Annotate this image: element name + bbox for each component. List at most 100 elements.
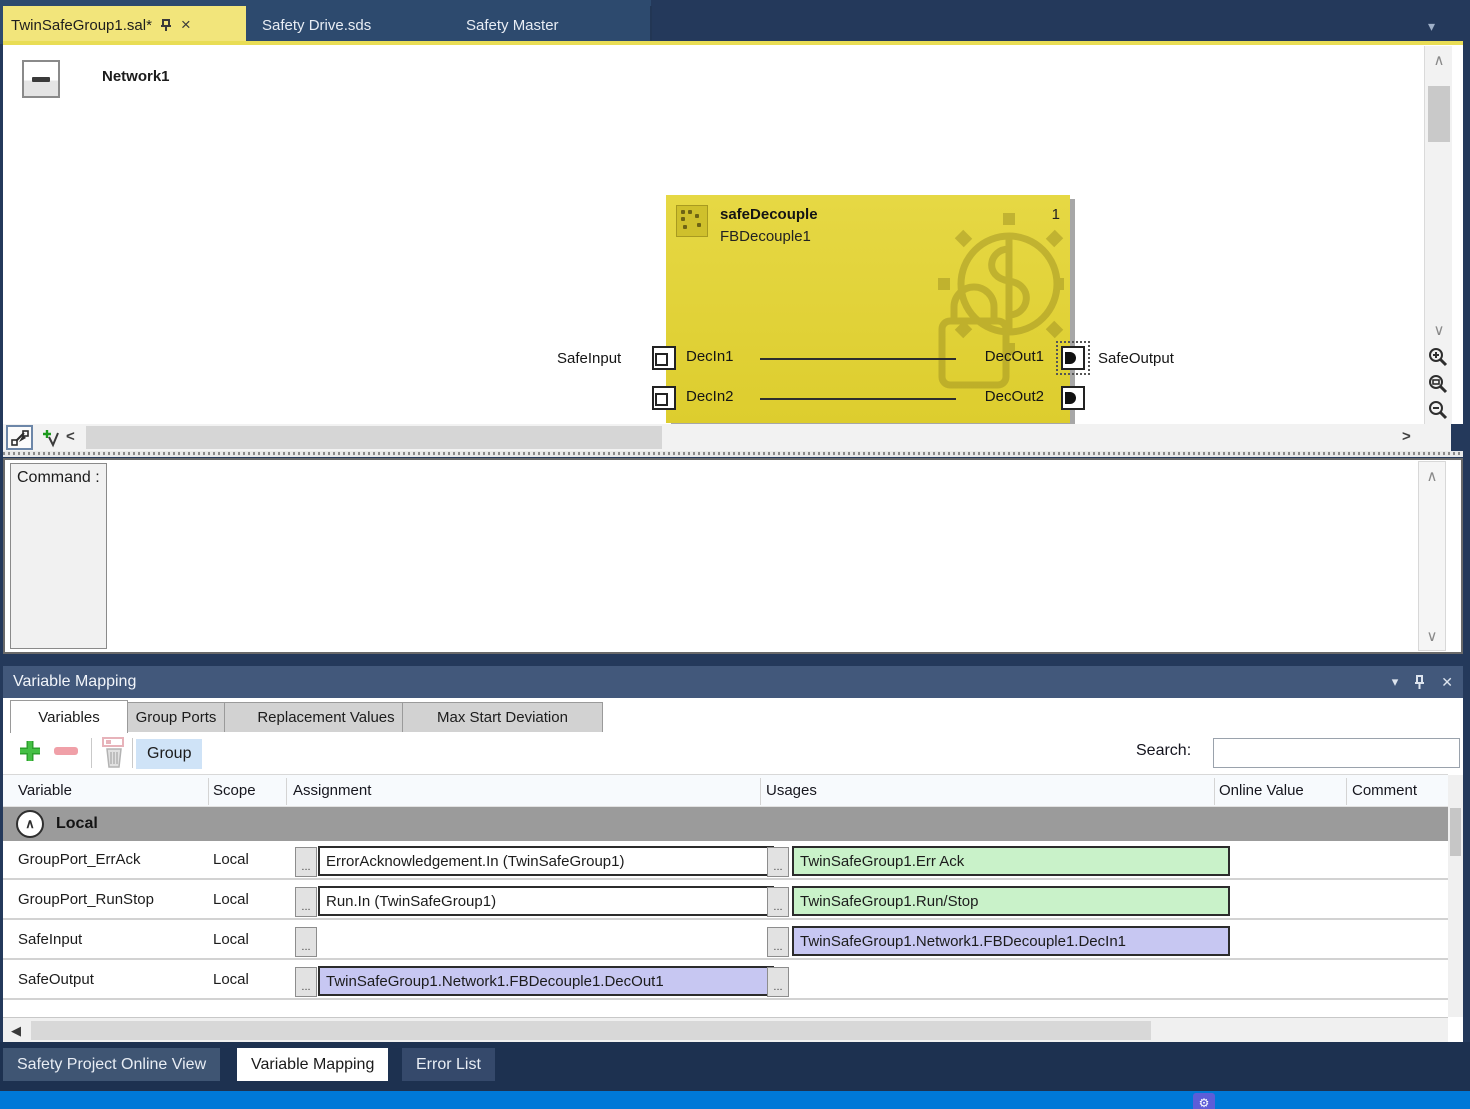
command-vertical-scrollbar[interactable]: ∧ ∨	[1418, 461, 1446, 651]
tab-replacement-values[interactable]: Replacement Values	[224, 702, 428, 733]
port-label-decout1: DecOut1	[985, 348, 1044, 365]
scroll-right-icon[interactable]: >	[1402, 428, 1411, 445]
safeinput-variable-label[interactable]: SafeInput	[557, 350, 621, 367]
assignment-browse-button[interactable]: ...	[295, 887, 317, 917]
add-variable-icon[interactable]	[17, 738, 43, 764]
tab-max-start-deviation[interactable]: Max Start Deviation	[402, 702, 603, 733]
mapping-horizontal-scrollbar[interactable]: ◀	[3, 1017, 1448, 1042]
search-input[interactable]	[1213, 738, 1460, 768]
safeoutput-variable-label[interactable]: SafeOutput	[1098, 350, 1174, 367]
pin-icon[interactable]	[160, 18, 173, 32]
port-label-decout2: DecOut2	[985, 388, 1044, 405]
h-scrollbar-thumb[interactable]	[31, 1021, 1151, 1040]
group-button[interactable]: Group	[136, 739, 202, 769]
tab-safety-project-online-view[interactable]: Safety Project Online View	[3, 1048, 220, 1081]
tab-label: Safety Master	[466, 17, 559, 34]
column-usages[interactable]: Usages	[766, 782, 817, 799]
scroll-down-icon[interactable]: ∨	[1419, 624, 1445, 648]
column-online-value[interactable]: Online Value	[1219, 782, 1304, 799]
assignment-browse-button[interactable]: ...	[295, 847, 317, 877]
scroll-up-icon[interactable]: ∧	[1419, 464, 1445, 488]
taskbar-app-icon[interactable]: ⚙	[1193, 1093, 1215, 1109]
variable-name: GroupPort_ErrAck	[18, 851, 141, 868]
zoom-in-icon[interactable]	[1424, 343, 1452, 370]
add-variable-tool-icon[interactable]	[38, 425, 65, 450]
connection-tool-icon[interactable]	[6, 425, 33, 450]
scroll-up-icon[interactable]: ∧	[1425, 48, 1453, 72]
tab-error-list[interactable]: Error List	[402, 1048, 495, 1081]
assignment-value: ErrorAcknowledgement.In (TwinSafeGroup1)	[326, 853, 624, 870]
tab-label: Safety Drive.sds	[262, 17, 371, 34]
column-comment[interactable]: Comment	[1352, 782, 1417, 799]
column-variable[interactable]: Variable	[18, 782, 72, 799]
status-strip	[0, 1081, 1470, 1091]
panel-title: Variable Mapping	[13, 673, 136, 691]
table-row[interactable]: SafeOutput Local ... TwinSafeGroup1.Netw…	[3, 961, 1448, 1000]
usage-value: TwinSafeGroup1.Err Ack	[800, 853, 964, 870]
column-assignment[interactable]: Assignment	[293, 782, 371, 799]
window-menu-icon[interactable]: ▾	[1392, 674, 1399, 690]
assignment-browse-button[interactable]: ...	[295, 967, 317, 997]
command-label: Command :	[10, 463, 107, 649]
tab-overflow-icon[interactable]: ▾	[1428, 18, 1435, 35]
assignment-value: Run.In (TwinSafeGroup1)	[326, 893, 496, 910]
network-collapse-button[interactable]	[22, 60, 60, 98]
h-scrollbar-thumb[interactable]	[86, 426, 662, 449]
scrollbar-thumb[interactable]	[1428, 86, 1450, 142]
variable-mapping-titlebar[interactable]: Variable Mapping ▾ ✕	[3, 666, 1463, 698]
column-scope[interactable]: Scope	[213, 782, 256, 799]
mapping-toolbar: Group Search:	[3, 732, 1463, 774]
assignment-box[interactable]: ErrorAcknowledgement.In (TwinSafeGroup1)	[318, 846, 774, 876]
usage-value: TwinSafeGroup1.Run/Stop	[800, 893, 978, 910]
usages-browse-button[interactable]: ...	[767, 967, 789, 997]
delete-mapping-icon[interactable]	[99, 737, 129, 769]
tab-label: Safety Project Online View	[17, 1056, 206, 1074]
tab-variable-mapping[interactable]: Variable Mapping	[237, 1048, 388, 1081]
group-button-label: Group	[147, 745, 191, 763]
zoom-reset-icon[interactable]	[1424, 370, 1452, 397]
tab-safety-drive[interactable]: Safety Drive.sds	[248, 6, 448, 44]
zoom-out-icon[interactable]	[1424, 396, 1452, 423]
block-type-name: safeDecouple	[720, 206, 818, 223]
function-block-safedecouple[interactable]: safeDecouple FBDecouple1 1 DecIn1 DecOut…	[666, 195, 1070, 423]
pane-splitter-handle[interactable]	[3, 451, 1463, 457]
usage-box[interactable]: TwinSafeGroup1.Err Ack	[792, 846, 1230, 876]
decout1-port-icon[interactable]	[1061, 346, 1085, 370]
table-row[interactable]: GroupPort_RunStop Local ... Run.In (Twin…	[3, 881, 1448, 920]
usage-box[interactable]: TwinSafeGroup1.Network1.FBDecouple1.DecI…	[792, 926, 1230, 956]
tab-twinsafegroup1[interactable]: TwinSafeGroup1.sal* ×	[3, 6, 246, 44]
scroll-left-icon[interactable]: <	[66, 428, 75, 445]
assignment-browse-button[interactable]: ...	[295, 927, 317, 957]
decout2-port-icon[interactable]	[1061, 386, 1085, 410]
pin-icon[interactable]	[1414, 675, 1425, 690]
assignment-box[interactable]: Run.In (TwinSafeGroup1)	[318, 886, 774, 916]
usages-browse-button[interactable]: ...	[767, 847, 789, 877]
remove-variable-icon[interactable]	[53, 746, 79, 756]
table-row[interactable]: SafeInput Local ... ... TwinSafeGroup1.N…	[3, 921, 1448, 960]
scroll-left-icon[interactable]: ◀	[11, 1023, 21, 1039]
scroll-down-icon[interactable]: ∨	[1425, 318, 1453, 342]
table-row[interactable]: GroupPort_ErrAck Local ... ErrorAcknowle…	[3, 841, 1448, 880]
tab-safety-master[interactable]: Safety Master	[452, 6, 650, 44]
tab-label: Max Start Deviation	[437, 709, 568, 726]
collapse-chevron-icon[interactable]: ∧	[16, 810, 44, 838]
tab-variables[interactable]: Variables	[10, 700, 128, 733]
usages-browse-button[interactable]: ...	[767, 927, 789, 957]
minus-icon	[32, 77, 50, 82]
tab-label: Replacement Values	[257, 709, 394, 726]
assignment-value: TwinSafeGroup1.Network1.FBDecouple1.DecO…	[326, 973, 664, 990]
decin1-port-icon[interactable]	[652, 346, 676, 370]
usage-box[interactable]: TwinSafeGroup1.Run/Stop	[792, 886, 1230, 916]
group-row-local[interactable]: ∧ Local	[3, 807, 1448, 841]
v-scrollbar-thumb[interactable]	[1450, 808, 1461, 856]
variable-scope: Local	[213, 971, 249, 988]
port-label-decin2: DecIn2	[686, 388, 734, 405]
close-icon[interactable]: ✕	[1441, 674, 1453, 691]
command-input-area[interactable]	[108, 461, 1416, 651]
assignment-box[interactable]: TwinSafeGroup1.Network1.FBDecouple1.DecO…	[318, 966, 774, 996]
decin2-port-icon[interactable]	[652, 386, 676, 410]
close-icon[interactable]: ×	[181, 15, 191, 35]
mapping-vertical-scrollbar[interactable]	[1448, 775, 1463, 1017]
usages-browse-button[interactable]: ...	[767, 887, 789, 917]
search-label: Search:	[1136, 742, 1191, 760]
